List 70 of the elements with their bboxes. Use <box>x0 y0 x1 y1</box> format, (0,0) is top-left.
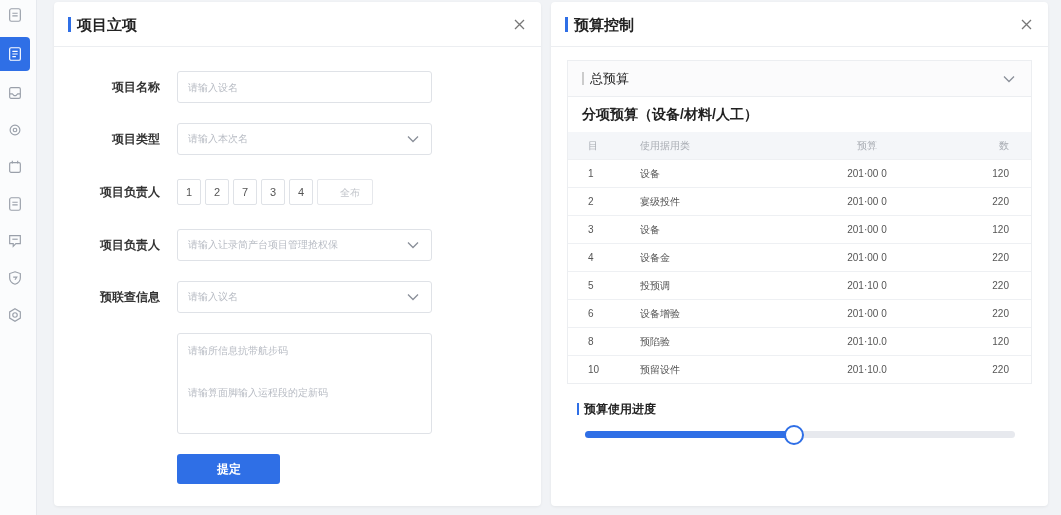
table-cell: 设备增验 <box>639 299 806 328</box>
field-label: 项目名称 <box>111 78 160 96</box>
panel-title: 项目立项 <box>68 16 137 32</box>
table-cell: 10 <box>568 355 639 383</box>
table-cell: 投预调 <box>639 271 806 300</box>
table-cell: 宴级投件 <box>639 187 806 216</box>
table-cell: 120 <box>928 215 1031 244</box>
close-icon[interactable] <box>514 18 525 30</box>
list-icon <box>7 196 23 212</box>
progress-slider[interactable] <box>585 425 1015 444</box>
column-header: 预算 <box>806 132 928 160</box>
table-cell: 4 <box>568 243 639 272</box>
calendar-icon <box>7 159 23 175</box>
column-header: 使用据用类 <box>639 132 806 160</box>
table-cell: 201·10 0 <box>806 271 928 300</box>
settings-icon <box>7 122 23 138</box>
table-cell: 5 <box>568 271 639 300</box>
table-cell: 6 <box>568 299 639 328</box>
table-cell: 201·00 0 <box>806 243 928 272</box>
list-icon <box>7 7 23 23</box>
field-label: 项目负责人 <box>99 236 160 254</box>
document-icon <box>7 46 23 62</box>
number-chip[interactable]: 3 <box>261 179 285 205</box>
number-chip[interactable]: 7 <box>233 179 257 205</box>
table-cell: 预留设件 <box>639 355 806 383</box>
table-cell: 8 <box>568 327 639 356</box>
section-title: 预算使用进度 <box>577 403 656 415</box>
chevron-down-icon <box>407 293 419 301</box>
column-header: 目 <box>568 132 639 160</box>
table-cell: 201·00 0 <box>806 187 928 216</box>
table-cell: 201·10.0 <box>806 355 928 383</box>
section-title: 分项预算（设备/材料/人工） <box>581 105 759 124</box>
message-icon <box>7 233 23 249</box>
submit-button[interactable]: 提定 <box>177 454 280 484</box>
collapse-header[interactable]: 总预算 <box>568 61 1031 97</box>
chevron-down-icon <box>1003 74 1015 83</box>
column-header: 数 <box>928 132 1031 160</box>
field-label: 项目负责人 <box>99 183 160 201</box>
chevron-down-icon <box>407 241 419 249</box>
number-chip[interactable]: 4 <box>289 179 313 205</box>
hexagon-icon <box>7 307 23 323</box>
table-cell: 设备 <box>639 215 806 244</box>
sidebar-item[interactable] <box>0 37 30 71</box>
chevron-down-icon <box>407 135 419 143</box>
table-cell: 3 <box>568 215 639 244</box>
table-cell: 201·00 0 <box>806 215 928 244</box>
number-chip[interactable]: 2 <box>205 179 229 205</box>
table-cell: 220 <box>928 187 1031 216</box>
shield-icon <box>7 270 23 286</box>
table-cell: 201·10.0 <box>806 327 928 356</box>
input-field[interactable]: 请输入设名 <box>177 71 432 103</box>
field-label: 项目类型 <box>111 130 160 148</box>
inbox-icon <box>7 85 23 101</box>
table-cell: 220 <box>928 355 1031 383</box>
table-cell: 设备金 <box>639 243 806 272</box>
table-cell: 220 <box>928 243 1031 272</box>
close-icon[interactable] <box>1021 18 1032 30</box>
table-cell: 201·00 0 <box>806 299 928 328</box>
table-cell: 201·00 0 <box>806 159 928 188</box>
number-chip[interactable]: 1 <box>177 179 201 205</box>
table-cell: 2 <box>568 187 639 216</box>
table-cell: 120 <box>928 327 1031 356</box>
field-label: 预联查信息 <box>99 288 160 306</box>
table-cell: 120 <box>928 159 1031 188</box>
table-cell: 220 <box>928 271 1031 300</box>
table-cell: 1 <box>568 159 639 188</box>
table-cell: 设备 <box>639 159 806 188</box>
panel-title: 预算控制 <box>565 16 634 32</box>
table-cell: 220 <box>928 299 1031 328</box>
table-cell: 预陷验 <box>639 327 806 356</box>
